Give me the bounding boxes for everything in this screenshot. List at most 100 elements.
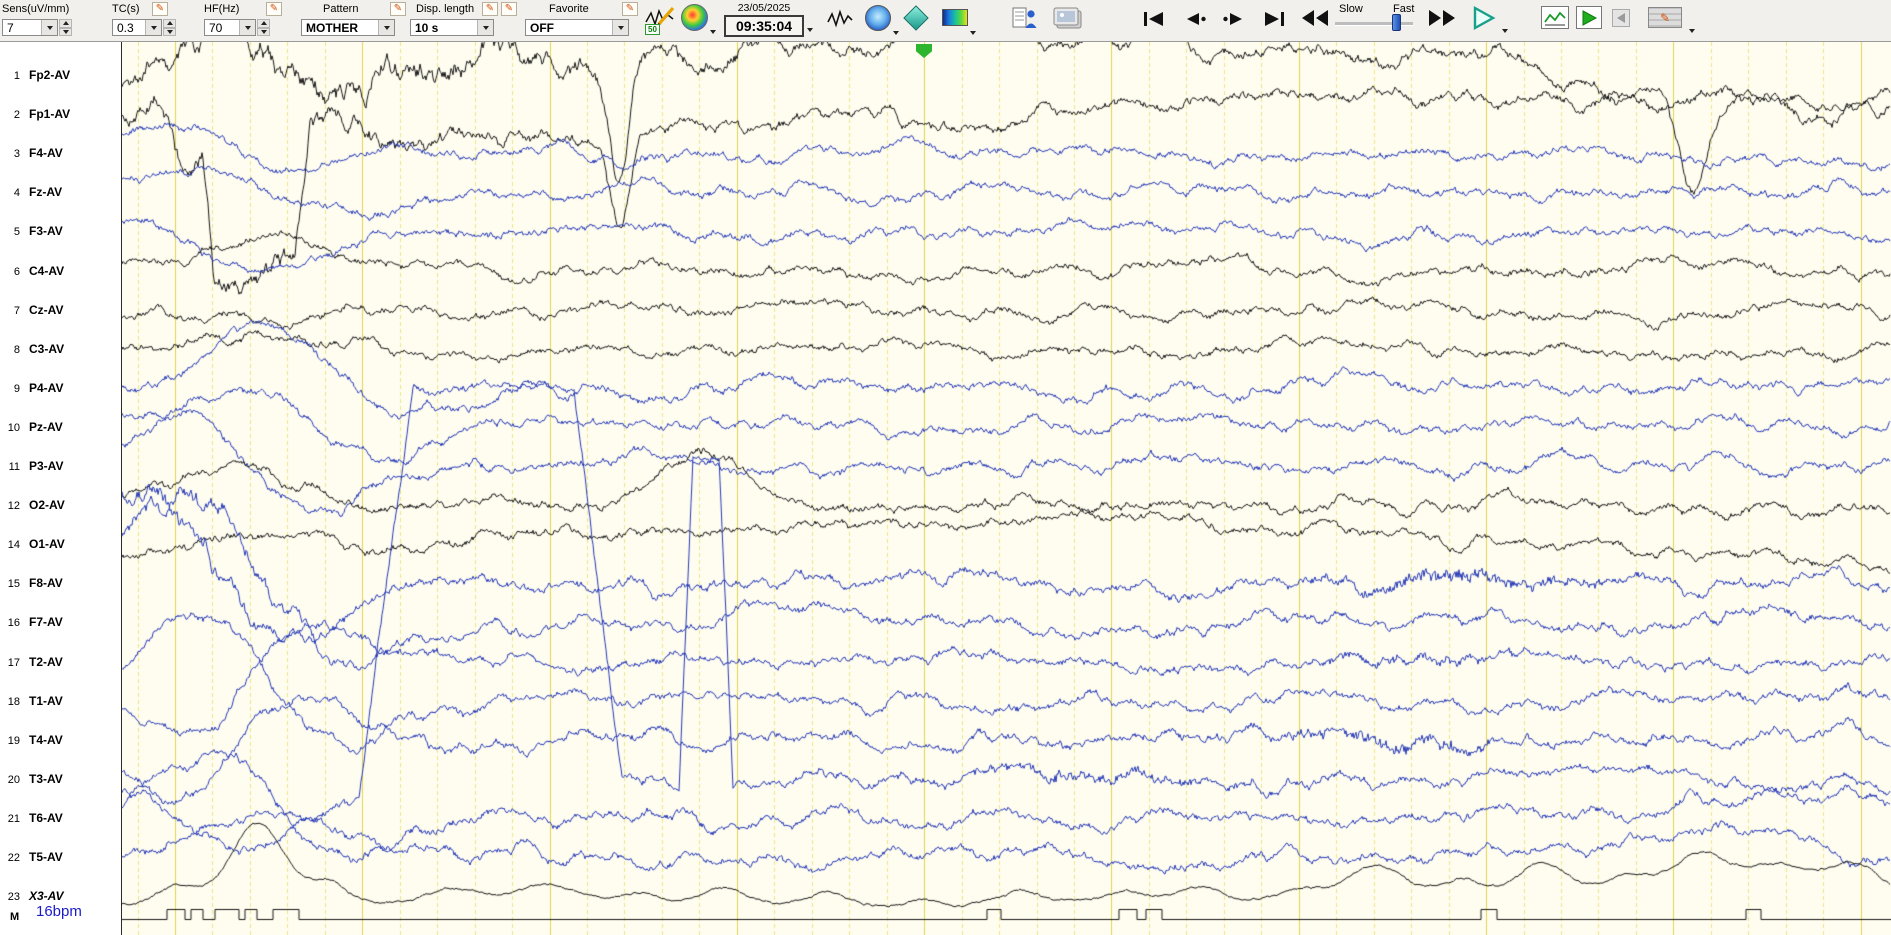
- favorite-edit-pencil-icon[interactable]: ✎: [622, 2, 638, 16]
- channel-row-T4-AV[interactable]: 19 T4-AV: [0, 732, 63, 748]
- channel-row-C3-AV[interactable]: 8 C3-AV: [0, 341, 64, 357]
- trend-chart-button[interactable]: [1541, 6, 1569, 29]
- channel-label: T6-AV: [29, 810, 63, 825]
- channel-number: 22: [7, 852, 20, 864]
- hf-label: HF(Hz): [204, 3, 240, 15]
- channel-row-Fp2-AV[interactable]: 1 Fp2-AV: [0, 67, 70, 83]
- prev-event-button[interactable]: [1612, 9, 1630, 27]
- disp-edit-pencil-icon[interactable]: ✎: [482, 2, 498, 16]
- tc-spinner[interactable]: [163, 19, 176, 36]
- hf-dropdown-arrow[interactable]: [239, 20, 255, 35]
- speed-slider-handle[interactable]: [1392, 14, 1401, 31]
- channel-label: C4-AV: [29, 263, 65, 278]
- channel-row-F3-AV[interactable]: 5 F3-AV: [0, 223, 63, 239]
- step-back-button[interactable]: [1183, 10, 1207, 33]
- topography-dropdown-arrow[interactable]: [710, 30, 716, 34]
- fast-forward-button[interactable]: [1427, 8, 1457, 33]
- channel-row-Pz-AV[interactable]: 10 Pz-AV: [0, 419, 63, 435]
- channel-row-X3-AV[interactable]: 23 X3-AV: [0, 888, 64, 904]
- datetime-display: 23/05/2025 09:35:04: [724, 2, 804, 37]
- step-forward-button[interactable]: [1222, 10, 1246, 33]
- tc-edit-pencil-icon[interactable]: ✎: [152, 2, 168, 16]
- channel-row-T3-AV[interactable]: 20 T3-AV: [0, 771, 63, 787]
- channel-number: 2: [13, 109, 20, 122]
- channel-label: T4-AV: [29, 732, 63, 747]
- keyboard-edit-button[interactable]: ✎: [1648, 7, 1682, 28]
- play-segment-button[interactable]: [1576, 6, 1602, 29]
- favorite-dropdown-arrow[interactable]: [612, 20, 628, 35]
- patient-info-button[interactable]: [1011, 4, 1039, 32]
- disp-length-dropdown-arrow[interactable]: [477, 20, 493, 35]
- colormap-dropdown-arrow[interactable]: [970, 31, 976, 35]
- brain-map-dropdown-arrow[interactable]: [893, 31, 899, 35]
- sens-dropdown[interactable]: 7: [2, 19, 58, 36]
- snapshot-review-button[interactable]: [1052, 6, 1084, 32]
- eeg-trace-canvas[interactable]: [122, 42, 1891, 935]
- channel-number: 23: [7, 891, 20, 904]
- channel-number: 5: [13, 226, 20, 239]
- waveform-analysis-button[interactable]: [826, 5, 854, 33]
- channel-number: 10: [7, 421, 20, 434]
- channel-row-F8-AV[interactable]: 15 F8-AV: [0, 575, 63, 591]
- sens-dropdown-arrow[interactable]: [41, 20, 57, 35]
- channel-row-F7-AV[interactable]: 16 F7-AV: [0, 614, 63, 630]
- pattern-label: Pattern: [323, 3, 359, 15]
- channel-label: O1-AV: [29, 537, 65, 552]
- channel-row-F4-AV[interactable]: 3 F4-AV: [0, 145, 63, 161]
- channel-row-Cz-AV[interactable]: 7 Cz-AV: [0, 302, 64, 318]
- photo-frame-icon: [1053, 7, 1082, 29]
- channel-row-T2-AV[interactable]: 17 T2-AV: [0, 654, 63, 670]
- favorite-dropdown[interactable]: OFF: [525, 19, 629, 36]
- favorite-value: OFF: [530, 20, 554, 35]
- tc-spin-up-icon[interactable]: [163, 19, 176, 28]
- hf-spin-up-icon[interactable]: [257, 19, 270, 28]
- skip-to-end-button[interactable]: [1262, 10, 1286, 33]
- speed-slider-track[interactable]: [1335, 22, 1413, 26]
- skip-to-start-button[interactable]: [1142, 10, 1166, 33]
- play-dropdown-arrow[interactable]: [1502, 29, 1508, 33]
- channel-label: Fz-AV: [29, 185, 63, 200]
- channel-label: F3-AV: [29, 224, 63, 239]
- channel-row-O1-AV[interactable]: 14 O1-AV: [0, 536, 65, 552]
- hf-spin-down-icon[interactable]: [257, 27, 270, 36]
- hf-dropdown[interactable]: 70: [204, 19, 256, 36]
- topography-map-button[interactable]: [681, 4, 708, 31]
- channel-label: T2-AV: [29, 654, 63, 669]
- utility-dropdown-arrow[interactable]: [1689, 29, 1695, 33]
- channel-row-P3-AV[interactable]: 11 P3-AV: [0, 458, 64, 474]
- tc-label: TC(s): [112, 3, 140, 15]
- channel-label: F4-AV: [29, 146, 63, 161]
- dsa-diamond-button[interactable]: [903, 5, 929, 31]
- channel-label: X3-AV: [29, 889, 64, 904]
- channel-row-Fp1-AV[interactable]: 2 Fp1-AV: [0, 106, 70, 122]
- channel-label: T5-AV: [29, 850, 63, 864]
- play-button[interactable]: [1471, 5, 1497, 36]
- pattern-edit-pencil-icon[interactable]: ✎: [390, 2, 406, 16]
- channel-row-C4-AV[interactable]: 6 C4-AV: [0, 263, 64, 279]
- channel-row-P4-AV[interactable]: 9 P4-AV: [0, 380, 64, 396]
- hf-edit-pencil-icon[interactable]: ✎: [266, 2, 282, 16]
- disp-edit-pencil2-icon[interactable]: ✎: [501, 2, 517, 16]
- colormap-trend-button[interactable]: [942, 9, 968, 26]
- brain-map-button[interactable]: [865, 5, 891, 31]
- sens-spin-up-icon[interactable]: [59, 19, 72, 28]
- channel-label: P3-AV: [29, 459, 64, 473]
- notch-50hz-badge[interactable]: 50: [645, 24, 660, 35]
- channel-row-T6-AV[interactable]: 21 T6-AV: [0, 810, 63, 826]
- channel-row-T5-AV[interactable]: 22 T5-AV: [0, 849, 63, 865]
- pattern-dropdown-arrow[interactable]: [378, 20, 394, 35]
- channel-row-Fz-AV[interactable]: 4 Fz-AV: [0, 184, 62, 200]
- disp-length-dropdown[interactable]: 10 s: [410, 19, 494, 36]
- pattern-dropdown[interactable]: MOTHER: [301, 19, 395, 36]
- sens-spinner[interactable]: [59, 19, 72, 36]
- sens-spin-down-icon[interactable]: [59, 27, 72, 36]
- datetime-dropdown-arrow[interactable]: [807, 28, 813, 32]
- hf-spinner[interactable]: [257, 19, 270, 36]
- channel-row-O2-AV[interactable]: 12 O2-AV: [0, 497, 65, 513]
- rewind-button[interactable]: [1300, 8, 1330, 33]
- tc-dropdown[interactable]: 0.3: [112, 19, 162, 36]
- tc-dropdown-arrow[interactable]: [145, 20, 161, 35]
- channel-number: 11: [8, 461, 20, 473]
- tc-spin-down-icon[interactable]: [163, 27, 176, 36]
- channel-row-T1-AV[interactable]: 18 T1-AV: [0, 693, 63, 709]
